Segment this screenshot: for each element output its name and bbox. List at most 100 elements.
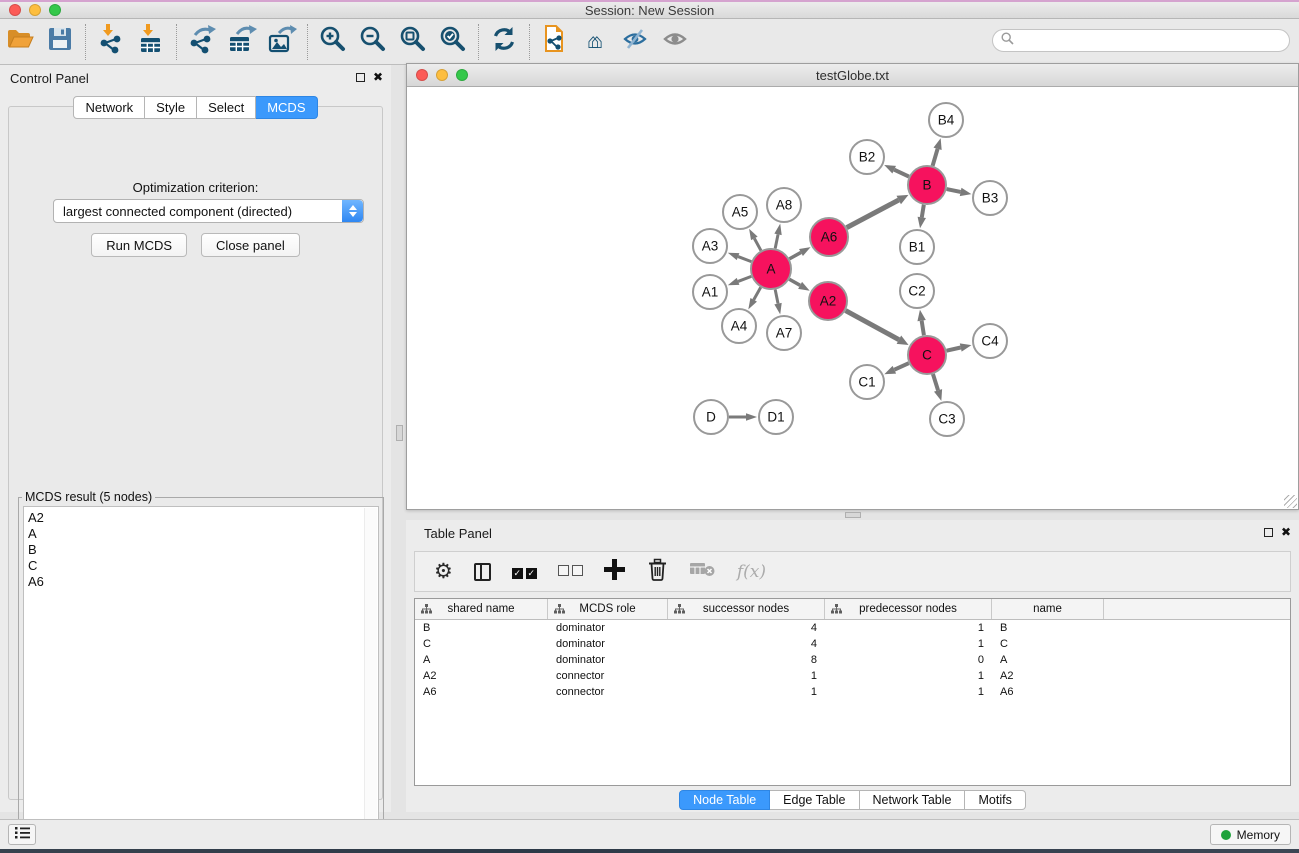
delete-column-button[interactable] bbox=[646, 557, 669, 586]
close-panel-button[interactable]: Close panel bbox=[201, 233, 300, 257]
table-row[interactable]: Bdominator41B bbox=[415, 620, 1290, 636]
node-label-C4: C4 bbox=[981, 334, 999, 349]
close-panel-icon[interactable]: ✖ bbox=[1281, 527, 1291, 537]
hierarchy-icon bbox=[421, 604, 432, 617]
mcds-result-item[interactable]: A6 bbox=[28, 574, 378, 590]
tab-node-table[interactable]: Node Table bbox=[679, 790, 770, 810]
column-header-predecessor-nodes[interactable]: predecessor nodes bbox=[825, 599, 992, 619]
arrowhead-icon bbox=[774, 303, 781, 315]
zoom-out-button[interactable] bbox=[353, 23, 393, 61]
table-cell: 1 bbox=[668, 670, 825, 682]
delete-table-button[interactable] bbox=[690, 560, 716, 583]
show-all-button[interactable] bbox=[655, 23, 695, 61]
edge-B-B1[interactable] bbox=[922, 205, 924, 218]
refresh-view-button[interactable] bbox=[484, 23, 524, 61]
table-cell: 8 bbox=[668, 654, 825, 666]
mcds-result-item[interactable]: A bbox=[28, 526, 378, 542]
column-header-shared-name[interactable]: shared name bbox=[415, 599, 548, 619]
edge-A2-C[interactable] bbox=[846, 311, 899, 340]
node-label-A1: A1 bbox=[702, 285, 719, 300]
mcds-list-scrollbar[interactable] bbox=[364, 508, 377, 830]
close-panel-icon[interactable]: ✖ bbox=[373, 72, 383, 82]
show-columns-button[interactable] bbox=[474, 563, 491, 581]
add-column-button[interactable] bbox=[604, 559, 625, 585]
function-builder-button[interactable]: f(x) bbox=[737, 562, 766, 582]
horizontal-splitter-handle[interactable] bbox=[845, 512, 861, 518]
float-panel-icon[interactable] bbox=[1264, 528, 1273, 537]
table-mode-button[interactable]: ⚙ bbox=[434, 562, 453, 582]
window-resize-grip[interactable] bbox=[1284, 495, 1297, 508]
edge-B-B3[interactable] bbox=[947, 189, 961, 192]
edge-B-B4[interactable] bbox=[933, 149, 938, 166]
edge-C-C2[interactable] bbox=[922, 321, 924, 336]
zoom-fit-button[interactable] bbox=[393, 23, 433, 61]
task-list-icon bbox=[15, 826, 30, 844]
network-window-titlebar[interactable]: testGlobe.txt bbox=[407, 64, 1298, 87]
edge-A-A2[interactable] bbox=[789, 279, 800, 285]
arrowhead-icon bbox=[728, 278, 740, 285]
tab-network-table[interactable]: Network Table bbox=[860, 790, 966, 810]
edge-C-C3[interactable] bbox=[933, 374, 938, 390]
table-row[interactable]: Cdominator41C bbox=[415, 636, 1290, 652]
tab-motifs[interactable]: Motifs bbox=[965, 790, 1025, 810]
table-row[interactable]: Adominator80A bbox=[415, 652, 1290, 668]
node-label-A8: A8 bbox=[776, 198, 793, 213]
export-network-button[interactable] bbox=[182, 23, 222, 61]
table-row[interactable]: A2connector11A2 bbox=[415, 668, 1290, 684]
column-header-successor-nodes[interactable]: successor nodes bbox=[668, 599, 825, 619]
hide-selected-button[interactable] bbox=[615, 23, 655, 61]
export-table-button[interactable] bbox=[222, 23, 262, 61]
task-history-button[interactable] bbox=[8, 824, 36, 845]
criterion-select[interactable]: largest connected component (directed) bbox=[53, 199, 364, 223]
table-cell: A2 bbox=[415, 670, 548, 682]
mcds-result-item[interactable]: B bbox=[28, 542, 378, 558]
edge-A-A8[interactable] bbox=[775, 234, 778, 248]
edge-C-C4[interactable] bbox=[947, 348, 961, 351]
edge-C-C1[interactable] bbox=[894, 363, 908, 369]
mcds-result-item[interactable]: C bbox=[28, 558, 378, 574]
search-input[interactable] bbox=[1019, 34, 1289, 48]
tab-network[interactable]: Network bbox=[73, 96, 145, 119]
zoom-selected-button[interactable] bbox=[433, 23, 473, 61]
tab-style[interactable]: Style bbox=[145, 96, 197, 119]
node-label-C1: C1 bbox=[858, 375, 875, 390]
run-mcds-button[interactable]: Run MCDS bbox=[91, 233, 187, 257]
tab-select[interactable]: Select bbox=[197, 96, 256, 119]
edge-A-A4[interactable] bbox=[754, 287, 761, 300]
first-neighbors-button[interactable]: ⌂⌂ bbox=[575, 23, 615, 61]
network-svg: B4B2BB3A5A8A6A3B1AA1C2A2A4A7C4CC1DD1C3 bbox=[407, 87, 1298, 509]
search-field[interactable] bbox=[992, 29, 1290, 52]
column-header-name[interactable]: name bbox=[992, 599, 1104, 619]
memory-button[interactable]: Memory bbox=[1210, 824, 1291, 845]
node-table[interactable]: shared nameMCDS rolesuccessor nodesprede… bbox=[414, 598, 1291, 786]
unselect-all-button[interactable] bbox=[558, 563, 583, 581]
edge-A-A6[interactable] bbox=[789, 252, 801, 258]
vertical-splitter-handle[interactable] bbox=[396, 425, 403, 441]
edge-A-A7[interactable] bbox=[775, 290, 778, 304]
import-table-button[interactable] bbox=[131, 23, 171, 61]
edge-A-A1[interactable] bbox=[738, 276, 751, 281]
mcds-result-item[interactable]: A2 bbox=[28, 510, 378, 526]
network-canvas[interactable]: B4B2BB3A5A8A6A3B1AA1C2A2A4A7C4CC1DD1C3 bbox=[407, 87, 1298, 509]
refresh-icon bbox=[490, 25, 518, 58]
new-network-from-selection-button[interactable] bbox=[535, 23, 575, 61]
first-neighbors-home-icon: ⌂⌂ bbox=[587, 30, 603, 54]
column-header-MCDS-role[interactable]: MCDS role bbox=[548, 599, 668, 619]
export-image-button[interactable] bbox=[262, 23, 302, 61]
import-network-button[interactable] bbox=[91, 23, 131, 61]
float-panel-icon[interactable] bbox=[356, 73, 365, 82]
edge-A6-B[interactable] bbox=[847, 200, 899, 228]
save-session-button[interactable] bbox=[40, 23, 80, 61]
tab-edge-table[interactable]: Edge Table bbox=[770, 790, 859, 810]
edge-B-B2[interactable] bbox=[894, 170, 909, 177]
mcds-result-list[interactable]: A2ABCA6 bbox=[23, 506, 379, 832]
zoom-in-button[interactable] bbox=[313, 23, 353, 61]
tab-mcds[interactable]: MCDS bbox=[256, 96, 317, 119]
table-cell: 0 bbox=[825, 654, 992, 666]
table-row[interactable]: A6connector11A6 bbox=[415, 684, 1290, 700]
edge-A-A5[interactable] bbox=[754, 238, 761, 250]
edge-A-A3[interactable] bbox=[738, 257, 751, 262]
open-session-button[interactable] bbox=[0, 23, 40, 61]
app-titlebar: Session: New Session bbox=[0, 2, 1299, 19]
select-all-button[interactable]: ✓✓ bbox=[512, 563, 537, 581]
